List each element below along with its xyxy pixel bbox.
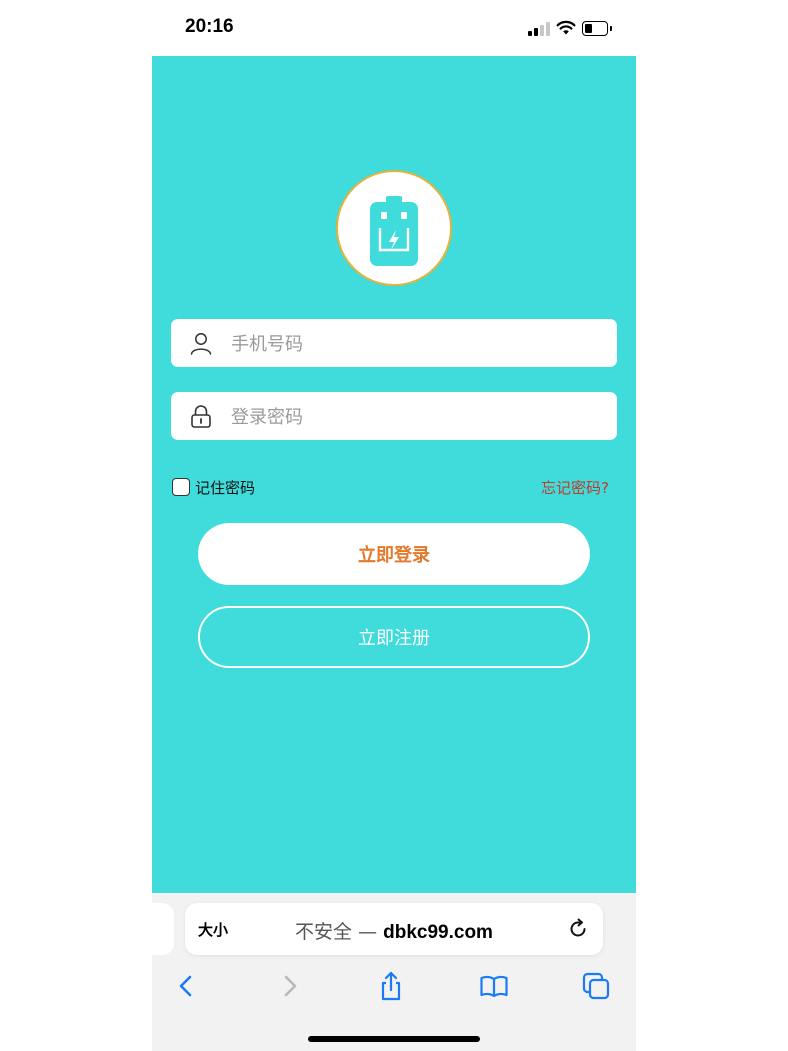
lock-icon — [191, 405, 211, 428]
remember-checkbox[interactable] — [172, 478, 190, 496]
reload-icon[interactable] — [567, 918, 589, 940]
home-indicator — [308, 1036, 480, 1042]
browser-toolbar — [152, 965, 636, 1009]
book-icon[interactable] — [479, 971, 509, 1001]
phone-field — [171, 319, 617, 367]
remember-label: 记住密码 — [195, 479, 256, 497]
password-input[interactable] — [229, 400, 603, 434]
browser-bar: 大小 不安全 — dbkc99.com — [152, 893, 636, 1051]
signal-icon — [528, 22, 552, 36]
phone-input[interactable] — [229, 327, 603, 361]
tabs-icon[interactable] — [581, 971, 611, 1001]
login-screen: 记住密码 忘记密码? 立即登录 立即注册 — [152, 56, 636, 893]
status-icons — [528, 20, 618, 38]
battery-icon — [370, 196, 418, 266]
url-domain: dbkc99.com — [383, 922, 493, 943]
phone-screen: 20:16 手机号码 记住密码 忘记密码? 立即登录 立即注册 大小 不安全 —… — [152, 0, 636, 1051]
status-bar: 20:16 — [152, 0, 636, 56]
login-button[interactable]: 立即登录 — [198, 523, 590, 585]
password-field — [171, 392, 617, 440]
chevron-right-icon[interactable] — [275, 971, 305, 1001]
previous-tab-preview[interactable] — [152, 903, 174, 955]
wifi-icon — [556, 20, 576, 35]
register-button[interactable]: 立即注册 — [198, 606, 590, 668]
url-display[interactable]: 不安全 — dbkc99.com — [185, 917, 603, 944]
chevron-left-icon[interactable] — [171, 971, 201, 1001]
app-logo — [336, 170, 452, 286]
insecure-label: 不安全 — — [295, 921, 384, 943]
battery-status-icon — [582, 21, 612, 36]
forgot-password-link[interactable]: 忘记密码? — [541, 477, 609, 498]
share-icon[interactable] — [376, 971, 406, 1001]
user-icon — [190, 333, 212, 355]
address-bar[interactable]: 大小 不安全 — dbkc99.com — [185, 903, 603, 955]
status-time: 20:16 — [185, 16, 234, 37]
